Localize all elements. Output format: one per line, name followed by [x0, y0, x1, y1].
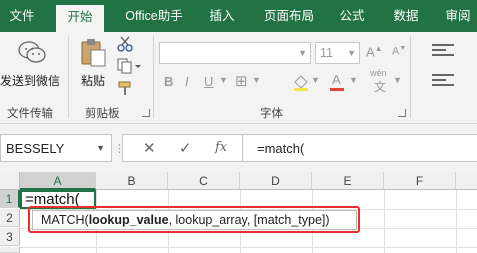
grow-font-icon[interactable]: A▲ [366, 44, 383, 59]
row-header-1[interactable]: 1 [0, 190, 20, 208]
file-transfer-group-label: 文件传输 [7, 108, 53, 120]
italic-icon[interactable]: I [185, 74, 189, 89]
font-name-combo[interactable]: ▼ [159, 42, 311, 64]
align-left-icon[interactable] [432, 74, 454, 88]
wechat-icon [18, 41, 46, 63]
column-header-a[interactable]: A [20, 172, 96, 190]
group-separator [410, 36, 411, 118]
fill-color-icon[interactable] [292, 73, 310, 91]
tab-insert[interactable]: 插入 [200, 0, 244, 32]
chevron-down-icon[interactable]: ▼ [393, 75, 402, 85]
phonetic-guide-icon[interactable]: wén [370, 68, 387, 78]
copy-icon[interactable] [117, 58, 141, 74]
clipboard-group-label: 剪贴板 [85, 108, 120, 120]
paste-button[interactable]: 粘贴 [75, 36, 111, 96]
tab-home[interactable]: 开始 [56, 5, 104, 32]
chevron-down-icon: ▼ [347, 48, 356, 58]
wen-label: wén [370, 68, 387, 78]
formula-input[interactable]: =match( [242, 134, 477, 162]
ribbon-tab-bar: 文件 开始 Office助手 插入 页面布局 公式 数据 审阅 [0, 0, 477, 32]
clipboard-launcher-icon[interactable] [142, 109, 150, 117]
formula-text: =match( [257, 141, 305, 156]
group-separator [153, 36, 154, 118]
bold-icon[interactable]: B [164, 74, 173, 89]
cut-icon[interactable] [117, 36, 133, 52]
name-box[interactable]: BESSELY ▼ [0, 134, 112, 162]
tab-file[interactable]: 文件 [0, 0, 44, 32]
font-group-label: 字体 [260, 108, 283, 120]
font-color-icon[interactable]: A [332, 72, 341, 87]
column-header-d[interactable]: D [240, 172, 312, 190]
chevron-down-icon[interactable]: ▼ [252, 75, 261, 85]
group-separator [68, 36, 69, 118]
tab-review[interactable]: 审阅 [438, 0, 477, 32]
formula-buttons: ✕ ✓ fx [122, 134, 242, 162]
font-size-value: 11 [320, 46, 333, 60]
chevron-down-icon[interactable]: ▼ [96, 143, 105, 153]
row-gridline [20, 247, 477, 248]
tab-data[interactable]: 数据 [382, 0, 430, 32]
paste-label: 粘贴 [81, 74, 106, 88]
chevron-down-icon: ▼ [298, 48, 307, 58]
font-color-swatch [330, 88, 344, 91]
align-top-icon[interactable] [432, 44, 454, 58]
column-gridline [384, 190, 385, 253]
font-size-combo[interactable]: 11 ▼ [315, 42, 360, 64]
row-header-3[interactable]: 3 [0, 228, 20, 246]
clipboard-icon [81, 39, 106, 67]
select-all-corner[interactable] [0, 172, 20, 190]
send-to-wechat-button[interactable]: 发送到微信 [0, 36, 64, 96]
shrink-font-icon[interactable]: A▼ [392, 45, 406, 58]
enter-icon[interactable]: ✓ [179, 139, 192, 157]
column-gridline [456, 190, 457, 253]
column-header-c[interactable]: C [168, 172, 240, 190]
formula-bar: BESSELY ▼ ⋮ ✕ ✓ fx =match( [0, 124, 477, 172]
chevron-down-icon[interactable]: ▼ [349, 75, 358, 85]
highlight-annotation-box [28, 206, 360, 233]
row-header-4[interactable] [0, 247, 20, 253]
font-launcher-icon[interactable] [398, 109, 406, 117]
row-header-2[interactable]: 2 [0, 209, 20, 227]
tab-office-assistant[interactable]: Office助手 [113, 0, 195, 32]
phonetic-char-icon: 文 [374, 80, 387, 94]
ribbon-home: 发送到微信 文件传输 粘贴 剪贴板 ▼ 11 ▼ A▲ A▼ B I U ▼ ⊞… [0, 32, 477, 124]
cancel-icon[interactable]: ✕ [143, 139, 156, 157]
column-header-f[interactable]: F [384, 172, 456, 190]
borders-icon[interactable]: ⊞ [235, 72, 248, 90]
insert-function-icon[interactable]: fx [215, 140, 227, 155]
underline-icon[interactable]: U [204, 74, 213, 89]
chevron-down-icon[interactable]: ▼ [219, 75, 228, 85]
tab-page-layout[interactable]: 页面布局 [252, 0, 326, 32]
name-box-value: BESSELY [6, 141, 65, 156]
send-to-wechat-label: 发送到微信 [0, 74, 61, 88]
tab-formulas[interactable]: 公式 [330, 0, 374, 32]
format-painter-icon[interactable] [117, 80, 133, 96]
column-header-g[interactable] [456, 172, 477, 190]
column-header-b[interactable]: B [96, 172, 168, 190]
chevron-down-icon[interactable]: ▼ [311, 75, 320, 85]
column-header-e[interactable]: E [312, 172, 384, 190]
